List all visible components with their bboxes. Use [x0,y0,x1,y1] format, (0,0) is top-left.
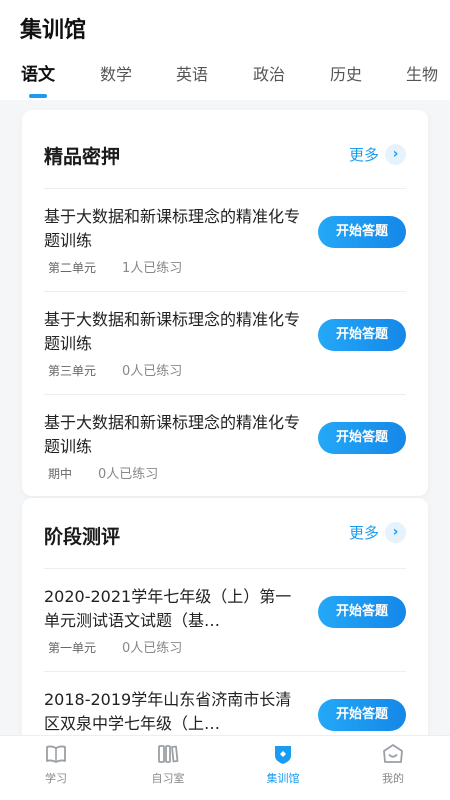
start-answer-button[interactable]: 开始答题 [318,319,406,351]
nav-label: 我的 [382,772,404,785]
bottom-nav: 学习 自习室 集训馆 我的 [0,735,450,800]
chevron-right-icon: › [385,144,406,165]
top-header: 集训馆 语文 数学 英语 政治 历史 生物 [0,0,450,100]
section-title: 精品密押 [44,146,121,168]
section-card-featured: 精品密押 更多 › 基于大数据和新课标理念的精准化专题训练 第二单元 1人已练习 开… [22,110,428,496]
item-title: 2020-2021学年七年级（上）第一单元测试语文试题（基… [44,587,292,630]
tab-english[interactable]: 英语 [172,62,212,100]
practice-count: 0人已练习 [122,641,183,656]
tab-politics[interactable]: 政治 [249,62,289,100]
nav-item-study-room[interactable]: 自习室 [128,742,208,786]
nav-item-study[interactable]: 学习 [16,742,96,786]
unit-label: 期中 [48,467,73,481]
nav-label: 学习 [45,772,67,785]
list-item[interactable]: 2020-2021学年七年级（上）第一单元测试语文试题（基… 第一单元 0人已练习… [44,568,406,671]
item-meta: 第二单元 1人已练习 [48,257,182,276]
page-title: 集训馆 [20,18,87,43]
practice-count: 0人已练习 [122,364,183,379]
tab-chinese[interactable]: 语文 [18,62,58,100]
start-answer-button[interactable]: 开始答题 [318,699,406,731]
bookshelf-icon [158,745,179,763]
tab-math[interactable]: 数学 [96,62,136,100]
start-answer-button[interactable]: 开始答题 [318,596,406,628]
item-meta: 第一单元 0人已练习 [48,637,182,656]
training-shield-icon [275,746,291,764]
more-label: 更多 [348,524,379,542]
item-meta: 期中 0人已练习 [48,463,158,482]
more-link[interactable]: 更多 › [349,144,406,166]
nav-item-training[interactable]: 集训馆 [243,742,323,786]
section-title: 阶段测评 [44,526,121,548]
tab-history[interactable]: 历史 [326,62,366,100]
unit-label: 第一单元 [48,641,97,655]
start-answer-button[interactable]: 开始答题 [318,422,406,454]
nav-item-mine[interactable]: 我的 [353,742,433,786]
list-item[interactable]: 基于大数据和新课标理念的精准化专题训练 第三单元 0人已练习 开始答题 [44,291,406,394]
item-title: 基于大数据和新课标理念的精准化专题训练 [44,207,301,250]
list-item[interactable]: 2018-2019学年山东省济南市长清区双泉中学七年级（上… 开始答题 [44,671,406,735]
item-title: 2018-2019学年山东省济南市长清区双泉中学七年级（上… [44,690,292,733]
item-title: 基于大数据和新课标理念的精准化专题训练 [44,413,301,456]
section-header: 阶段测评 更多 › [44,498,406,570]
list-item[interactable]: 基于大数据和新课标理念的精准化专题训练 期中 0人已练习 开始答题 [44,394,406,497]
more-label: 更多 [348,146,379,164]
unit-label: 第三单元 [48,364,97,378]
item-meta: 第三单元 0人已练习 [48,360,182,379]
content-scroll[interactable]: 精品密押 更多 › 基于大数据和新课标理念的精准化专题训练 第二单元 1人已练习 开… [0,100,450,735]
subject-tabs: 语文 数学 英语 政治 历史 生物 [0,62,450,100]
unit-label: 第二单元 [48,261,97,275]
list-item[interactable]: 基于大数据和新课标理念的精准化专题训练 第二单元 1人已练习 开始答题 [44,188,406,291]
chevron-right-icon: › [385,522,406,543]
book-icon [46,745,66,763]
start-answer-button[interactable]: 开始答题 [318,216,406,248]
item-title: 基于大数据和新课标理念的精准化专题训练 [44,310,301,353]
section-header: 精品密押 更多 › [44,110,406,188]
section-card-assessment: 阶段测评 更多 › 2020-2021学年七年级（上）第一单元测试语文试题（基… … [22,498,428,735]
more-link[interactable]: 更多 › [349,522,406,544]
nav-label: 集训馆 [266,772,300,785]
profile-icon [383,744,403,763]
practice-count: 0人已练习 [98,467,159,482]
practice-count: 1人已练习 [122,261,183,276]
tab-biology[interactable]: 生物 [402,62,442,100]
nav-label: 自习室 [151,772,185,785]
